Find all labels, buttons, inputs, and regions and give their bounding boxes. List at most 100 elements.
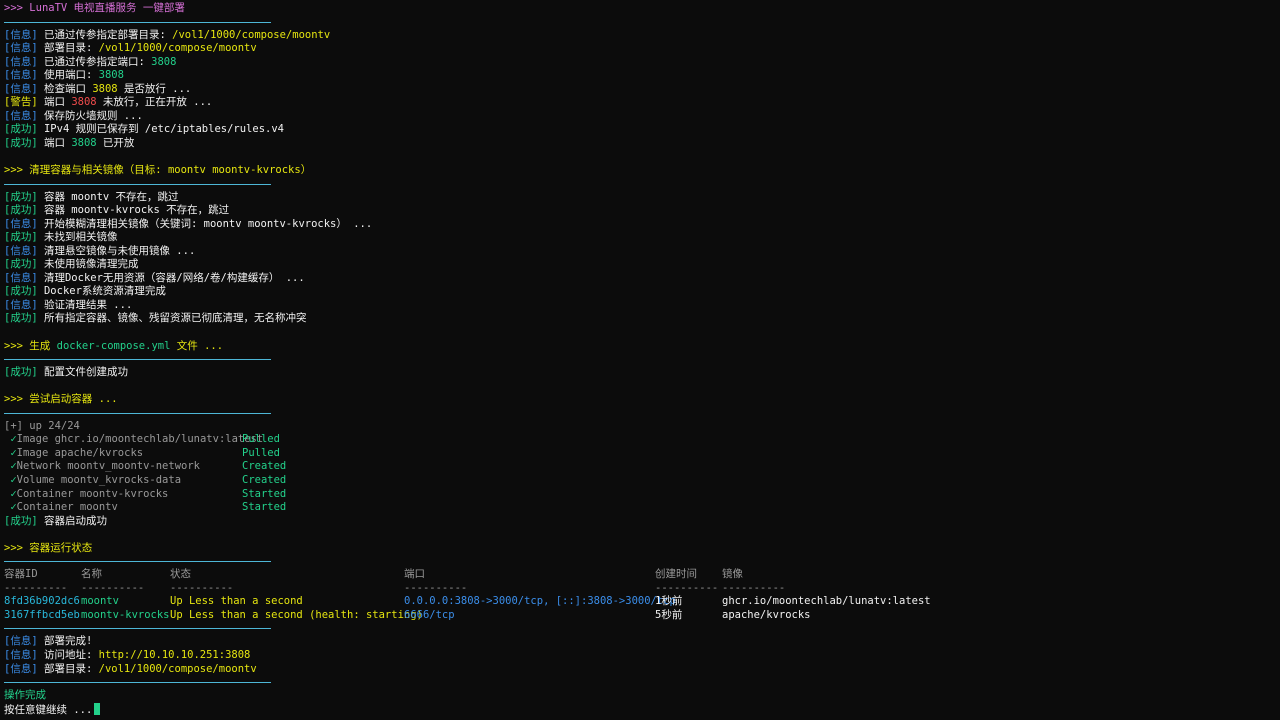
log-text: 是否放行 ... (117, 82, 192, 95)
section-title: 清理容器与相关镜像（目标: moontv moontv-kvrocks） (29, 164, 312, 177)
info-tag: [信息] (4, 55, 38, 68)
ok-tag: [成功] (4, 514, 38, 527)
compose-item-status: Created (242, 473, 287, 486)
log-text: 保存防火墙规则 ... (43, 109, 143, 122)
compose-item-text: Volume moontv_kvrocks-data (16, 473, 182, 486)
info-tag: [信息] (4, 298, 38, 311)
ps-header-row: 容器ID 名称 状态 端口 创建时间 镜像 (4, 568, 1280, 582)
compose-item-text: Container moontv-kvrocks (16, 487, 169, 500)
log-text: 清理悬空镜像与未使用镜像 ... (43, 244, 196, 257)
log-text: 访问地址: (43, 648, 99, 661)
log-text: 开始模糊清理相关镜像（关键词: moontv moontv-kvrocks） .… (43, 217, 373, 230)
ok-tag: [成功] (4, 312, 38, 325)
log-value: 3808 (71, 96, 97, 109)
prompt-marker: >>> (4, 339, 30, 352)
log-line: [信息] 已通过传参指定端口: 3808 (4, 56, 1280, 70)
header-line: >>> LunaTV 电视直播服务 一键部署 (4, 2, 1280, 16)
section-title: 生成 (29, 339, 57, 352)
info-tag: [信息] (4, 82, 38, 95)
ok-tag: [成功] (4, 136, 38, 149)
log-text: 配置文件创建成功 (43, 366, 128, 379)
container-image: ghcr.io/moontechlab/lunatv:latest (722, 595, 931, 608)
log-value: /vol1/1000/compose/moontv (98, 662, 257, 675)
ok-tag: [成功] (4, 258, 38, 271)
container-image: apache/kvrocks (722, 608, 811, 621)
log-line: [成功] IPv4 规则已保存到 /etc/iptables/rules.v4 (4, 123, 1280, 137)
section-title: 文件 ... (170, 339, 224, 352)
table-divider: ---------- (722, 581, 786, 594)
log-value: 3808 (98, 69, 124, 82)
log-text: 部署目录: (43, 42, 99, 55)
info-tag: [信息] (4, 244, 38, 257)
log-text: 所有指定容器、镜像、残留资源已彻底清理，无名称冲突 (43, 312, 307, 325)
log-line: [信息] 清理悬空镜像与未使用镜像 ... (4, 245, 1280, 259)
prompt-marker: >>> (4, 541, 30, 554)
ok-tag: [成功] (4, 366, 38, 379)
log-value: /vol1/1000/compose/moontv (98, 42, 257, 55)
container-id: 3167ffbcd5eb (4, 608, 80, 621)
compose-item-status: Created (242, 460, 287, 473)
compose-item: ✓Volume moontv_kvrocks-data Created (4, 474, 1280, 488)
log-value: 3808 (92, 82, 118, 95)
section-divider (4, 682, 271, 684)
log-line: [成功] 端口 3808 已开放 (4, 137, 1280, 151)
log-line: [信息] 清理Docker无用资源（容器/网络/卷/构建缓存） ... (4, 272, 1280, 286)
log-text: 容器 moontv-kvrocks 不存在，跳过 (43, 204, 230, 217)
cleanup-log: [成功] 容器 moontv 不存在，跳过 [成功] 容器 moontv-kvr… (4, 191, 1280, 326)
log-line: [信息] 保存防火墙规则 ... (4, 110, 1280, 124)
log-text: Docker系统资源清理完成 (43, 285, 166, 298)
log-line: [信息] 开始模糊清理相关镜像（关键词: moontv moontv-kvroc… (4, 218, 1280, 232)
column-header-image: 镜像 (722, 568, 743, 581)
table-row: 3167ffbcd5eb moontv-kvrocks Up Less than… (4, 609, 1280, 623)
header-title: LunaTV 电视直播服务 一键部署 (29, 2, 185, 14)
section-header-start: >>> 尝试启动容器 ... (4, 393, 1280, 407)
ps-dash-row: ---------- ---------- ---------- -------… (4, 582, 1280, 596)
prompt-marker: >>> (4, 164, 30, 177)
log-text: 验证清理结果 ... (43, 298, 133, 311)
section-divider (4, 21, 271, 23)
compose-item-text: Image apache/kvrocks (16, 446, 144, 459)
terminal-window[interactable]: >>> LunaTV 电视直播服务 一键部署 [信息] 已通过传参指定部署目录:… (0, 0, 1280, 720)
compose-item: ✓Container moontv Started (4, 501, 1280, 515)
container-id: 8fd36b902dc6 (4, 595, 80, 608)
column-header-status: 状态 (170, 568, 191, 581)
log-line: [成功] 容器启动成功 (4, 515, 1280, 529)
log-line: [成功] 未使用镜像清理完成 (4, 258, 1280, 272)
log-text: IPv4 规则已保存到 /etc/iptables/rules.v4 (43, 123, 284, 136)
compose-item: ✓Container moontv-kvrocks Started (4, 488, 1280, 502)
press-key-line[interactable]: 按任意键继续 ... (4, 702, 1280, 717)
log-line: [成功] 配置文件创建成功 (4, 366, 1280, 380)
log-line: [信息] 验证清理结果 ... (4, 299, 1280, 313)
log-line: [成功] 未找到相关镜像 (4, 231, 1280, 245)
column-header-created: 创建时间 (655, 568, 697, 581)
compose-item-status: Started (242, 501, 287, 514)
compose-item-text: Image ghcr.io/moontechlab/lunatv:latest (16, 433, 264, 446)
column-header-name: 名称 (81, 568, 102, 581)
section-divider (4, 183, 271, 185)
table-divider: ---------- (4, 581, 68, 594)
log-text: 已通过传参指定部署目录: (43, 28, 173, 41)
log-text: 检查端口 (43, 82, 93, 95)
done-line: 操作完成 (4, 689, 1280, 703)
section-title: 尝试启动容器 ... (29, 393, 118, 406)
prompt-marker: >>> (4, 2, 30, 14)
section-header-status: >>> 容器运行状态 (4, 542, 1280, 556)
log-line: [成功] 容器 moontv-kvrocks 不存在，跳过 (4, 204, 1280, 218)
log-line: [成功] Docker系统资源清理完成 (4, 285, 1280, 299)
log-line: [信息] 访问地址: http://10.10.10.251:3808 (4, 649, 1280, 663)
compose-item-status: Pulled (242, 446, 280, 459)
log-text: 部署目录: (43, 662, 99, 675)
terminal-cursor (94, 702, 101, 715)
log-text: 已开放 (96, 136, 135, 149)
section-header-compose: >>> 生成 docker-compose.yml 文件 ... (4, 340, 1280, 354)
log-value: 3808 (71, 136, 97, 149)
compose-item-text: Container moontv (16, 501, 118, 514)
access-url[interactable]: http://10.10.10.251:3808 (99, 649, 251, 661)
info-tag: [信息] (4, 28, 38, 41)
log-line: [信息] 部署完成! (4, 635, 1280, 649)
log-line: [成功] 容器 moontv 不存在，跳过 (4, 191, 1280, 205)
ps-table: 容器ID 名称 状态 端口 创建时间 镜像 ---------- -------… (4, 568, 1280, 622)
log-value: /vol1/1000/compose/moontv (172, 28, 331, 41)
info-tag: [信息] (4, 42, 38, 55)
prompt-marker: >>> (4, 393, 30, 406)
